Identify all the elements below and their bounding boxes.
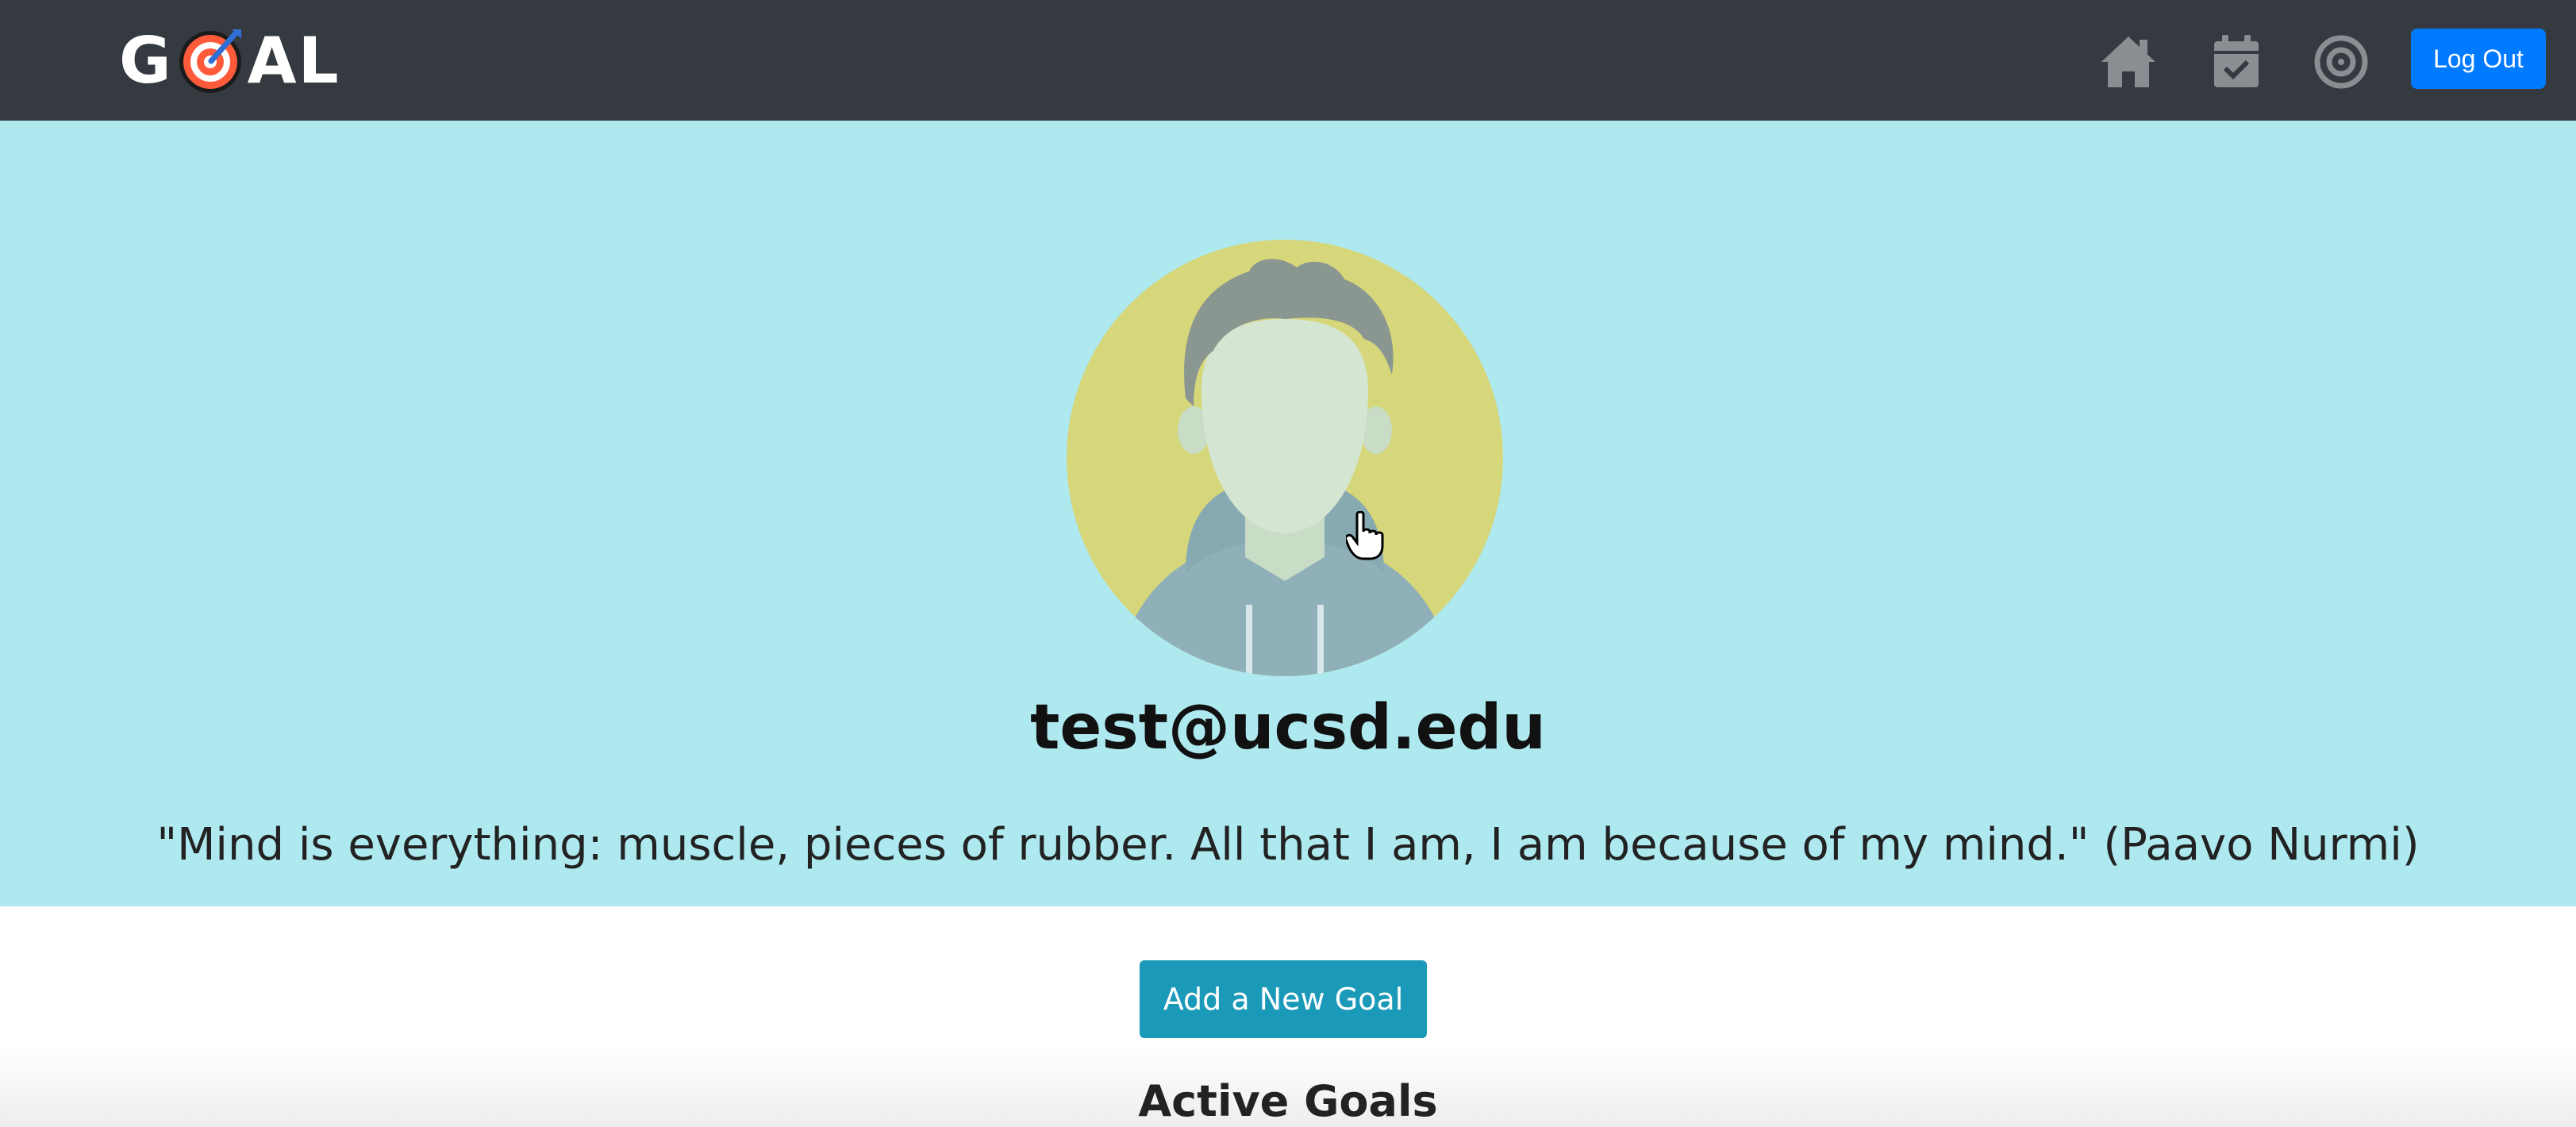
logo-target-icon: [176, 26, 244, 94]
active-goals-heading: Active Goals: [1138, 1076, 1438, 1126]
logo-text-left: G: [119, 23, 173, 98]
profile-page: G AL Log Out test@ucsd.edu "Mind is ever…: [0, 0, 2576, 1127]
avatar[interactable]: [1067, 240, 1503, 676]
motivational-quote: "Mind is everything: muscle, pieces of r…: [156, 819, 2420, 871]
add-new-goal-button[interactable]: Add a New Goal: [1140, 960, 1427, 1038]
logo-text-right: AL: [247, 23, 340, 98]
calendar-check-icon[interactable]: [2206, 32, 2266, 92]
user-email: test@ucsd.edu: [1030, 692, 1546, 764]
logout-button[interactable]: Log Out: [2411, 29, 2546, 89]
navbar: G AL Log Out: [0, 0, 2576, 121]
app-logo[interactable]: G AL: [119, 14, 340, 106]
home-icon[interactable]: [2098, 32, 2159, 92]
hand-cursor-icon: [1344, 510, 1384, 560]
profile-hero: test@ucsd.edu "Mind is everything: muscl…: [0, 121, 2576, 906]
target-icon[interactable]: [2311, 32, 2371, 92]
